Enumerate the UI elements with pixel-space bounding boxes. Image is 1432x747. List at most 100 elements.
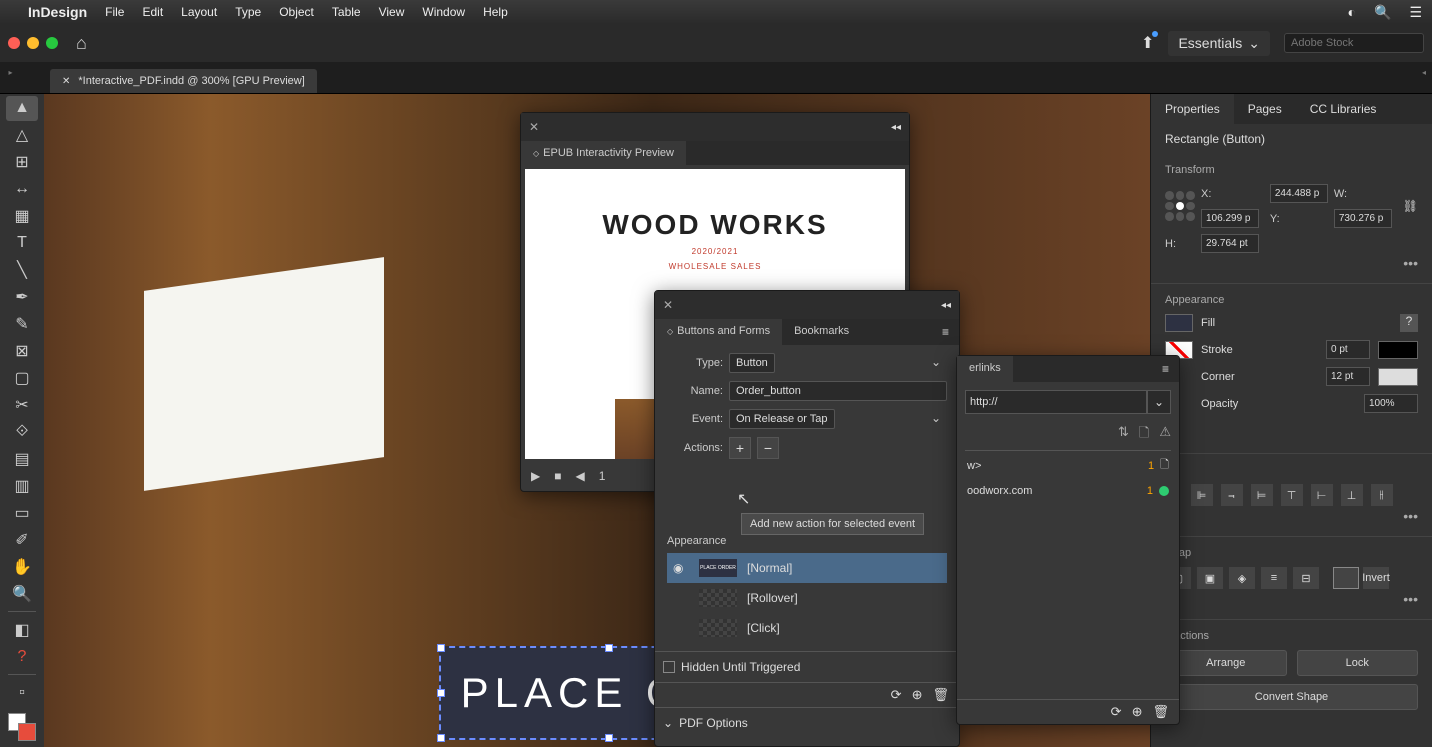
maximize-window-icon[interactable]: [46, 37, 58, 49]
bookmarks-tab[interactable]: Bookmarks: [782, 319, 861, 345]
visibility-icon[interactable]: ◉: [673, 561, 689, 575]
event-dropdown[interactable]: On Release or Tap: [729, 409, 835, 429]
line-tool[interactable]: ╲: [6, 258, 38, 283]
menu-type[interactable]: Type: [235, 5, 261, 19]
expand-pdf-icon[interactable]: ⌄: [663, 716, 673, 730]
hand-tool[interactable]: ✋: [6, 554, 38, 579]
opacity-input[interactable]: [1364, 394, 1418, 413]
align-bottom-icon[interactable]: ⊥: [1341, 484, 1363, 506]
workspace-dropdown[interactable]: Essentials ⌄: [1168, 31, 1270, 56]
distribute-icon[interactable]: ⫲: [1371, 484, 1393, 506]
direct-selection-tool[interactable]: △: [6, 123, 38, 148]
note-tool[interactable]: ▭: [6, 501, 38, 526]
panel-menu-icon[interactable]: ≡: [1152, 356, 1179, 382]
align-vcenter-icon[interactable]: ⊢: [1311, 484, 1333, 506]
x-input[interactable]: [1270, 184, 1328, 203]
tab-pages[interactable]: Pages: [1234, 94, 1296, 124]
invert-checkbox[interactable]: [1333, 567, 1359, 589]
stroke-weight-input[interactable]: [1326, 340, 1370, 359]
new-icon[interactable]: ⊕: [912, 687, 923, 703]
spotlight-icon[interactable]: 🔍: [1374, 4, 1391, 21]
collapse-panel-icon[interactable]: ◂◂: [891, 122, 901, 133]
menu-list-icon[interactable]: ☰: [1409, 4, 1422, 21]
trash-icon[interactable]: 🗑: [1152, 704, 1169, 720]
new-hyperlink-icon[interactable]: 🗋: [1139, 424, 1149, 446]
minimize-window-icon[interactable]: [27, 37, 39, 49]
fill-stroke-swatch[interactable]: [8, 713, 36, 741]
prev-page-icon[interactable]: ◀: [575, 469, 584, 483]
wrap-column-icon[interactable]: ⊟: [1293, 567, 1319, 589]
home-icon[interactable]: ⌂: [76, 33, 87, 54]
link-wh-icon[interactable]: ⛓: [1403, 199, 1418, 213]
state-click-row[interactable]: [Click]: [667, 613, 947, 643]
url-dropdown-icon[interactable]: ⌄: [1147, 390, 1171, 414]
h-input[interactable]: [1201, 234, 1259, 253]
pen-tool[interactable]: ✒: [6, 285, 38, 310]
state-normal-row[interactable]: ◉ PLACE ORDER [Normal]: [667, 553, 947, 583]
align-right-icon[interactable]: ⊨: [1251, 484, 1273, 506]
stop-icon[interactable]: ■: [554, 469, 561, 483]
type-dropdown[interactable]: Button: [729, 353, 775, 373]
panel-menu-icon[interactable]: ≡: [932, 319, 959, 345]
fill-stroke-toggle[interactable]: ◧: [6, 617, 38, 642]
w-input[interactable]: [1201, 209, 1259, 228]
close-tab-icon[interactable]: ✕: [62, 76, 70, 87]
hyperlinks-tab[interactable]: erlinks: [957, 356, 1013, 382]
tab-cc-libraries[interactable]: CC Libraries: [1296, 94, 1391, 124]
hidden-checkbox[interactable]: [663, 661, 675, 673]
adobe-stock-search[interactable]: [1284, 33, 1424, 53]
buttons-forms-tab[interactable]: ◇Buttons and Forms: [655, 319, 782, 345]
corner-input[interactable]: [1326, 367, 1370, 386]
trash-icon[interactable]: 🗑: [932, 687, 949, 703]
lock-button[interactable]: Lock: [1297, 650, 1419, 676]
menu-object[interactable]: Object: [279, 5, 314, 19]
creative-cloud-icon[interactable]: ◐: [1348, 4, 1356, 20]
selection-tool[interactable]: ▲: [6, 96, 38, 121]
view-mode-toggle[interactable]: ▫: [6, 680, 38, 705]
zoom-tool[interactable]: 🔍: [6, 581, 38, 606]
corner-style-dropdown[interactable]: [1378, 368, 1418, 386]
menu-table[interactable]: Table: [332, 5, 361, 19]
align-more-icon[interactable]: •••: [1165, 506, 1418, 526]
epub-tab[interactable]: ◇EPUB Interactivity Preview: [521, 141, 686, 165]
wrap-jump-icon[interactable]: ≡: [1261, 567, 1287, 589]
menu-layout[interactable]: Layout: [181, 5, 217, 19]
menu-file[interactable]: File: [105, 5, 124, 19]
menu-edit[interactable]: Edit: [142, 5, 163, 19]
share-icon[interactable]: ⬆: [1141, 33, 1154, 53]
convert-shape-button[interactable]: Convert Shape: [1165, 684, 1418, 710]
help-icon[interactable]: ?: [6, 644, 38, 669]
close-window-icon[interactable]: [8, 37, 20, 49]
refresh-icon[interactable]: ⟳: [1111, 704, 1122, 720]
reference-point[interactable]: [1165, 191, 1195, 221]
tab-properties[interactable]: Properties: [1151, 94, 1234, 124]
eyedropper-tool[interactable]: ✐: [6, 528, 38, 553]
panel-toggle-left[interactable]: ▸: [6, 68, 15, 77]
document-tab[interactable]: ✕ *Interactive_PDF.indd @ 300% [GPU Prev…: [50, 69, 317, 93]
panel-toggle-right[interactable]: ◂: [1422, 68, 1426, 77]
wrap-bbox-icon[interactable]: ▣: [1197, 567, 1223, 589]
fill-swatch[interactable]: [1165, 314, 1193, 332]
remove-action-icon[interactable]: −: [757, 437, 779, 459]
y-input[interactable]: [1334, 209, 1392, 228]
refresh-icon[interactable]: ⟳: [891, 687, 902, 703]
scissors-tool[interactable]: ✂: [6, 393, 38, 418]
type-tool[interactable]: T: [6, 231, 38, 256]
gradient-swatch-tool[interactable]: ▤: [6, 447, 38, 472]
gradient-feather-tool[interactable]: ▥: [6, 474, 38, 499]
play-icon[interactable]: ▶: [531, 469, 540, 483]
state-rollover-row[interactable]: [Rollover]: [667, 583, 947, 613]
align-left-icon[interactable]: ⊫: [1191, 484, 1213, 506]
name-input[interactable]: [729, 381, 947, 401]
stroke-style-dropdown[interactable]: [1378, 341, 1418, 359]
rectangle-frame-tool[interactable]: ⊠: [6, 339, 38, 364]
wrap-shape-icon[interactable]: ◈: [1229, 567, 1255, 589]
close-panel-icon[interactable]: ✕: [529, 120, 539, 134]
content-collector-tool[interactable]: ▦: [6, 204, 38, 229]
transform-more-icon[interactable]: •••: [1165, 253, 1418, 273]
sort-icon[interactable]: ⇅: [1118, 424, 1129, 446]
close-panel-icon[interactable]: ✕: [663, 298, 673, 312]
free-transform-tool[interactable]: ⟐: [6, 420, 38, 445]
hyperlink-row[interactable]: oodworx.com 1: [965, 480, 1171, 502]
gap-tool[interactable]: ↔: [6, 177, 38, 202]
